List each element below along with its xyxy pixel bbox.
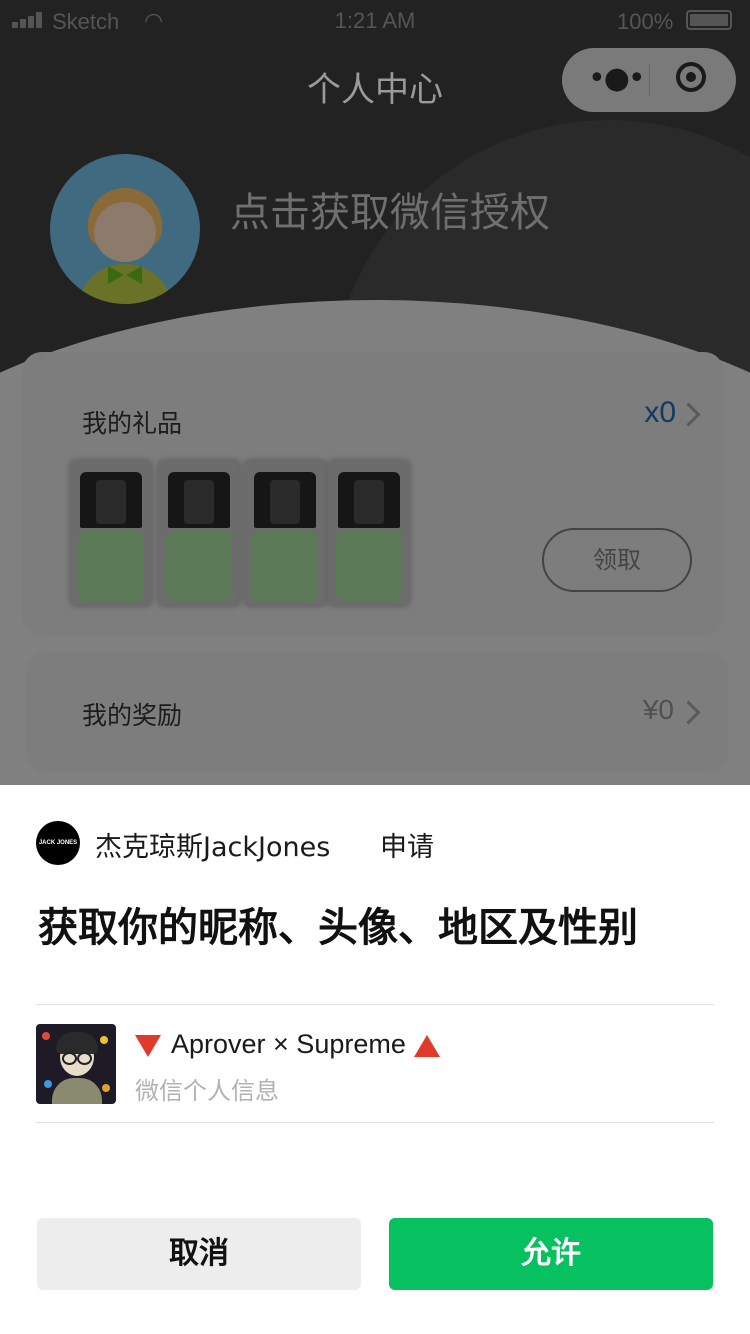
gift-count: x0	[644, 396, 676, 429]
claim-button[interactable]: 领取	[542, 528, 692, 592]
user-avatar	[36, 1024, 116, 1104]
gift-pod-item	[158, 460, 240, 606]
triangle-down-icon	[135, 1034, 161, 1057]
gift-pod-item	[244, 460, 326, 606]
chevron-right-icon	[676, 402, 701, 427]
more-icon[interactable]: •●•	[588, 64, 648, 94]
wechat-auth-prompt[interactable]: 点击获取微信授权	[230, 180, 550, 238]
close-circle-icon[interactable]	[676, 62, 706, 92]
bow-tie-icon	[108, 266, 142, 284]
gift-pod-item	[70, 460, 152, 606]
divider	[36, 1004, 714, 1005]
gift-list	[70, 460, 410, 606]
page: Sketch ◠ 1:21 AM 100% 个人中心 •●• 点击获取微信授权 …	[0, 0, 750, 1334]
battery-percent: 100%	[617, 9, 674, 34]
auth-bottom-sheet: JACK JONES 杰克琼斯JackJones 申请 获取你的昵称、头像、地区…	[0, 785, 750, 1334]
gifts-card[interactable]: 我的礼品 x0 领取	[22, 352, 724, 636]
status-bar: Sketch ◠ 1:21 AM 100%	[0, 0, 750, 40]
chevron-right-icon	[676, 700, 701, 725]
gifts-title: 我的礼品	[82, 409, 183, 438]
wechat-user-name: Aprover × Supreme	[135, 1029, 440, 1060]
divider	[36, 1122, 714, 1123]
rewards-card[interactable]: 我的奖励 ¥0	[26, 652, 728, 772]
default-avatar[interactable]	[50, 154, 200, 304]
apply-label: 申请	[380, 832, 434, 863]
mini-program-capsule: •●•	[562, 48, 736, 112]
gift-pod-item	[328, 460, 410, 606]
avatar-face	[94, 202, 156, 262]
reward-amount: ¥0	[642, 694, 674, 725]
app-name: 杰克琼斯JackJones	[95, 832, 331, 863]
app-logo: JACK JONES	[36, 821, 80, 865]
cancel-button[interactable]: 取消	[37, 1218, 361, 1290]
triangle-up-icon	[413, 1034, 440, 1057]
capsule-divider	[649, 64, 650, 96]
allow-button[interactable]: 允许	[389, 1218, 713, 1290]
user-name-text: Aprover × Supreme	[171, 1029, 406, 1059]
rewards-title: 我的奖励	[82, 701, 183, 730]
battery-icon	[686, 10, 732, 30]
user-info-subtitle: 微信个人信息	[135, 1077, 279, 1105]
auth-scope-title: 获取你的昵称、头像、地区及性别	[38, 905, 638, 951]
